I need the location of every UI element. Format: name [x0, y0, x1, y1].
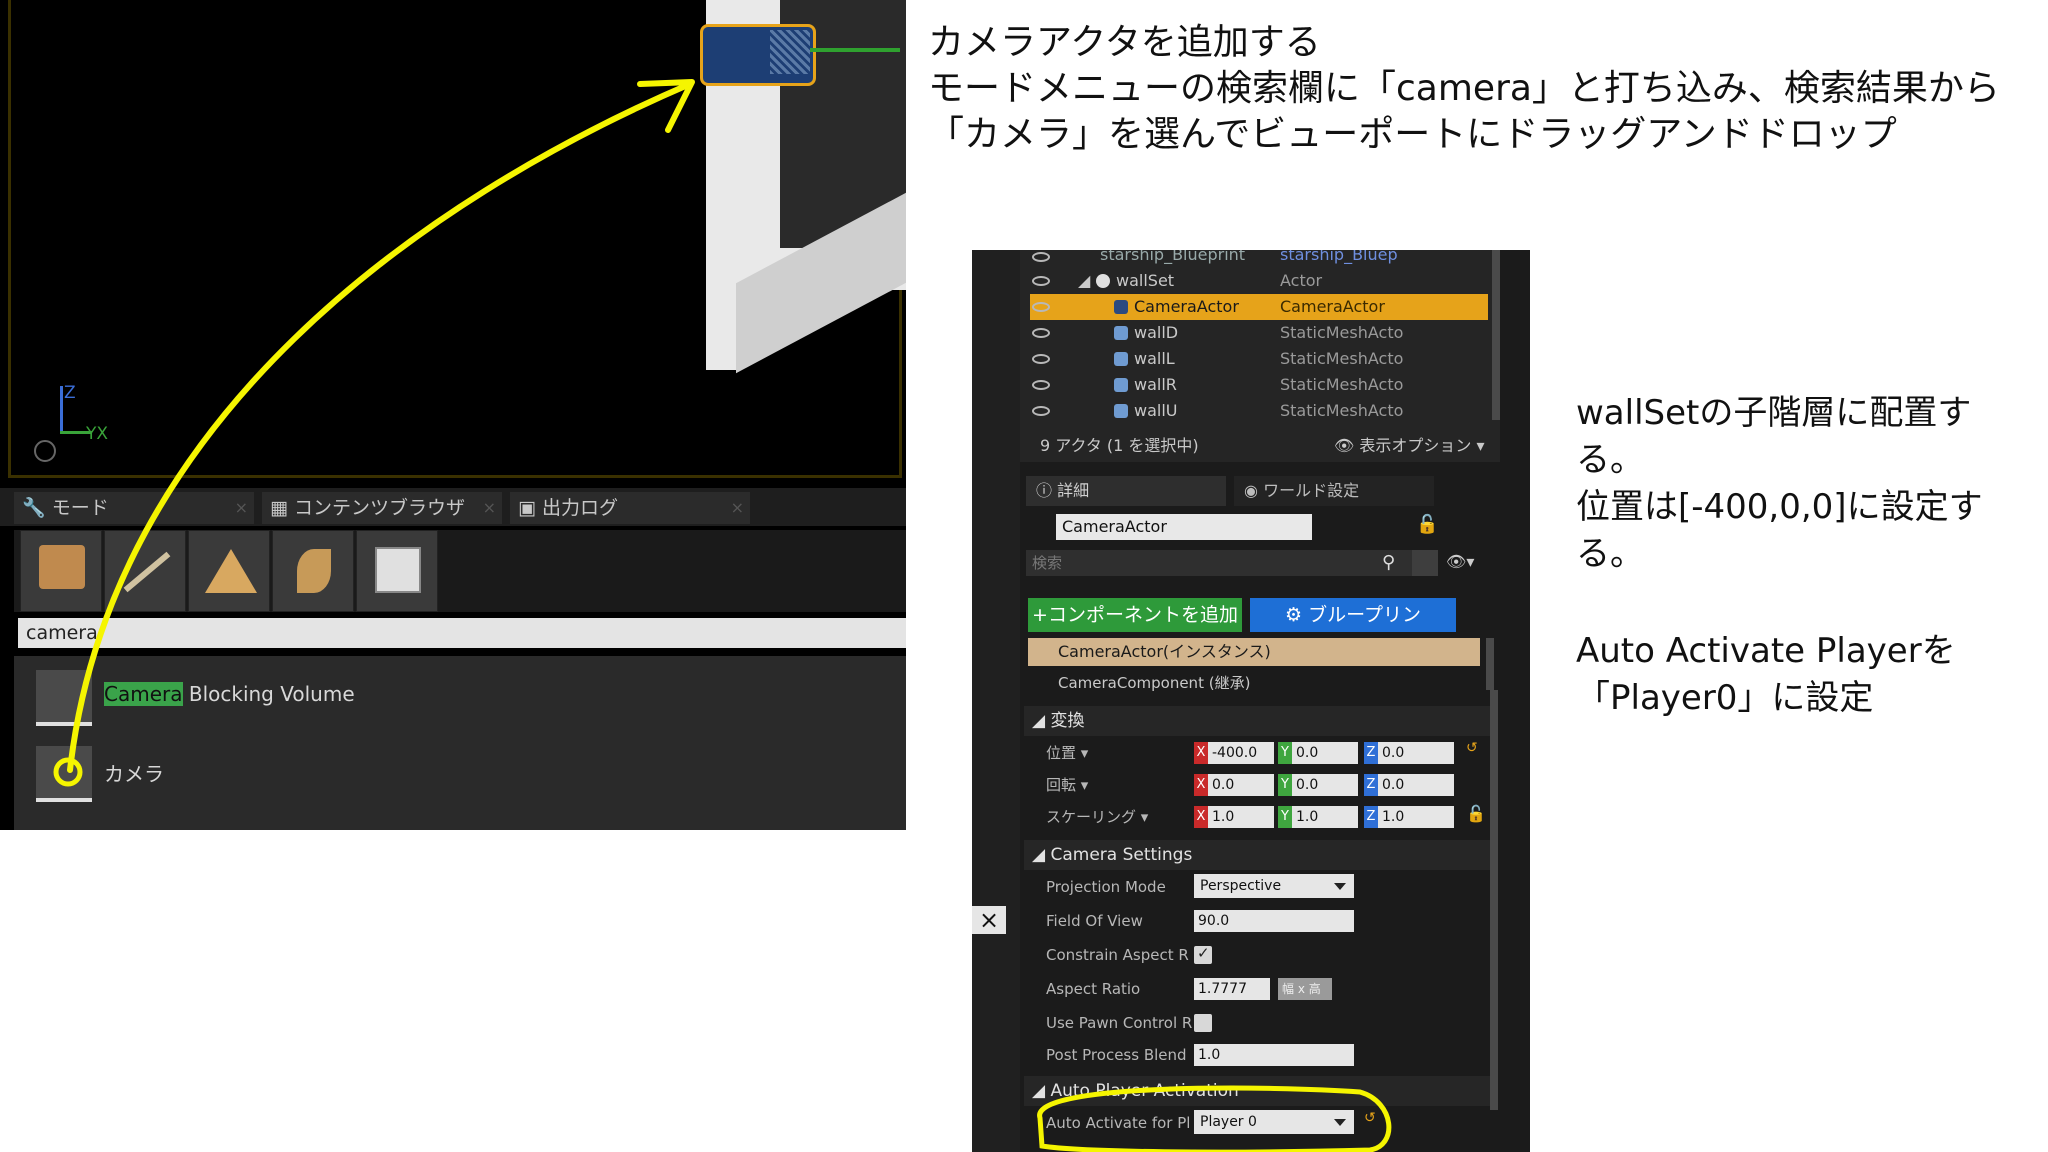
annotation-overlay — [53, 79, 1392, 1152]
drag-arrow-line — [67, 81, 693, 773]
auto-activate-highlight-circle — [1037, 1085, 1392, 1152]
